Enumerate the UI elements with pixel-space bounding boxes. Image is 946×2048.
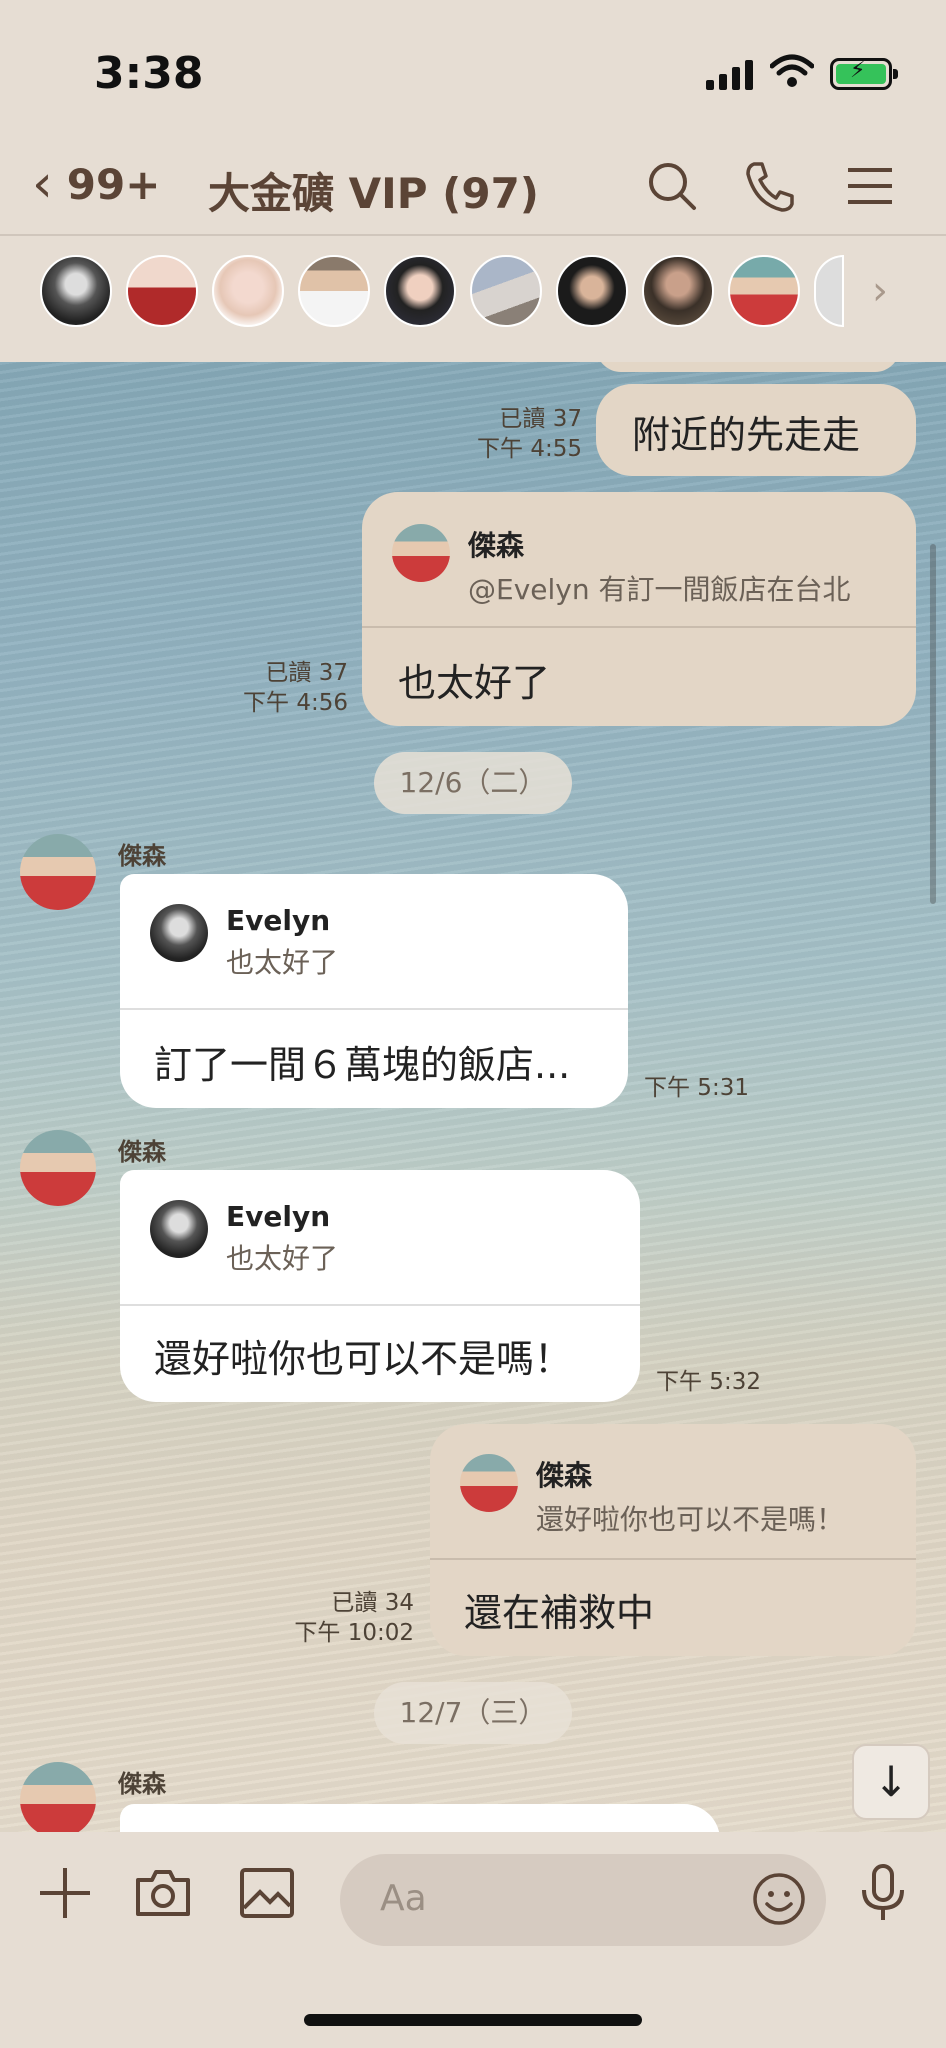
read-receipt: 已讀 37 — [499, 406, 582, 432]
member-avatar[interactable] — [556, 255, 628, 327]
reply-preview[interactable]: 傑森 @Evelyn 有訂一間飯店在台北 — [362, 524, 916, 608]
member-avatar[interactable] — [814, 255, 844, 327]
message-bubble[interactable]: Evelyn 也太好了 還好啦你也可以不是嗎！ — [120, 1170, 640, 1402]
scroll-down-button[interactable]: ↓ — [852, 1744, 930, 1820]
reply-preview[interactable]: Evelyn 也太好了 — [120, 904, 628, 981]
message-text: 還好啦你也可以不是嗎！ — [154, 1337, 573, 1381]
reply-sender: Evelyn — [226, 904, 331, 937]
member-avatar-row[interactable]: › — [0, 238, 946, 362]
message-time: 下午 5:32 — [656, 1369, 761, 1395]
reply-quote: 也太好了 — [226, 1242, 339, 1275]
reply-avatar — [392, 524, 450, 582]
reply-sender: Evelyn — [226, 1200, 331, 1233]
reply-sender: 傑森 — [536, 1459, 593, 1492]
input-bar: Aa — [0, 1832, 946, 2048]
message-time: 下午 5:31 — [644, 1075, 749, 1101]
sender-name: 傑森 — [118, 842, 166, 870]
message-bubble[interactable] — [596, 362, 900, 372]
reply-divider — [120, 1008, 628, 1010]
menu-icon[interactable] — [842, 158, 898, 214]
member-avatar[interactable] — [40, 255, 112, 327]
message-input[interactable]: Aa — [340, 1854, 826, 1946]
camera-icon[interactable] — [132, 1862, 194, 1924]
emoji-icon[interactable] — [750, 1870, 808, 1928]
message-bubble[interactable]: 傑森 還好啦你也可以不是嗎！ 還在補救中 — [430, 1424, 916, 1656]
reply-divider — [430, 1558, 916, 1560]
member-avatar[interactable] — [126, 255, 198, 327]
sender-avatar[interactable] — [20, 1762, 96, 1832]
cellular-signal-icon — [706, 58, 753, 90]
chat-title: 大金礦 VIP (97) — [208, 169, 539, 218]
reply-avatar — [150, 1200, 208, 1258]
search-icon[interactable] — [644, 158, 700, 214]
member-avatar[interactable] — [728, 255, 800, 327]
battery-icon — [830, 58, 898, 90]
reply-quote: 還好啦你也可以不是嗎！ — [536, 1503, 845, 1536]
wifi-icon — [770, 54, 814, 87]
reply-divider — [362, 626, 916, 628]
sender-avatar[interactable] — [20, 1130, 96, 1206]
message-text: 也太好了 — [398, 661, 551, 705]
reply-preview[interactable]: 傑森 還好啦你也可以不是嗎！ — [430, 1454, 916, 1538]
chat-area[interactable]: 已讀 37 下午 4:55 附近的先走走 已讀 37 下午 4:56 傑森 @E… — [0, 362, 946, 1832]
microphone-icon[interactable] — [852, 1862, 914, 1924]
reply-preview[interactable]: Evelyn 也太好了 — [120, 1200, 640, 1277]
chevron-right-icon[interactable]: › — [872, 268, 888, 314]
arrow-down-icon: ↓ — [873, 1757, 909, 1806]
plus-icon[interactable] — [34, 1862, 96, 1924]
sender-name: 傑森 — [118, 1770, 166, 1798]
reply-divider — [120, 1304, 640, 1306]
status-time: 3:38 — [94, 48, 204, 99]
message-time: 下午 10:02 — [294, 1620, 414, 1646]
phone-icon[interactable] — [742, 158, 798, 214]
home-indicator — [304, 2014, 642, 2026]
chevron-left-icon: ‹ — [32, 154, 53, 214]
message-text: 還在補救中 — [464, 1591, 655, 1635]
message-bubble[interactable]: Evelyn 也太好了 訂了一間６萬塊的飯店... — [120, 874, 628, 1108]
member-avatar[interactable] — [212, 255, 284, 327]
read-receipt: 已讀 37 — [265, 660, 348, 686]
reply-quote: @Evelyn 有訂一間飯店在台北 — [468, 573, 851, 606]
message-text: 訂了一間６萬塊的飯店... — [154, 1043, 571, 1087]
message-time: 下午 4:55 — [477, 436, 582, 462]
member-avatar[interactable] — [642, 255, 714, 327]
back-button[interactable]: ‹ 99+ — [32, 154, 160, 214]
status-bar: 3:38 — [0, 0, 946, 140]
sender-name: 傑森 — [118, 1138, 166, 1166]
reply-avatar — [460, 1454, 518, 1512]
chat-header: ‹ 99+ 大金礦 VIP (97) — [0, 140, 946, 236]
image-icon[interactable] — [236, 1862, 298, 1924]
message-meta: 已讀 34 下午 10:02 — [262, 1588, 414, 1648]
reply-avatar — [150, 904, 208, 962]
message-bubble[interactable]: 附近的先走走 — [596, 384, 916, 476]
message-placeholder: Aa — [380, 1878, 427, 1919]
member-avatar[interactable] — [470, 255, 542, 327]
read-receipt: 已讀 34 — [331, 1590, 414, 1616]
reply-sender: 傑森 — [468, 529, 525, 562]
message-text: 附近的先走走 — [632, 413, 861, 457]
sender-avatar[interactable] — [20, 834, 96, 910]
date-separator: 12/7（三） — [374, 1682, 572, 1744]
unread-count: 99+ — [66, 159, 161, 209]
message-meta: 已讀 37 下午 4:56 — [200, 658, 348, 718]
member-avatar[interactable] — [384, 255, 456, 327]
member-avatar[interactable] — [298, 255, 370, 327]
message-meta: 已讀 37 下午 4:55 — [440, 404, 582, 464]
date-separator: 12/6（二） — [374, 752, 572, 814]
message-bubble[interactable] — [120, 1804, 720, 1832]
reply-quote: 也太好了 — [226, 946, 339, 979]
scrollbar[interactable] — [930, 544, 936, 904]
message-time: 下午 4:56 — [243, 690, 348, 716]
message-bubble[interactable]: 傑森 @Evelyn 有訂一間飯店在台北 也太好了 — [362, 492, 916, 726]
